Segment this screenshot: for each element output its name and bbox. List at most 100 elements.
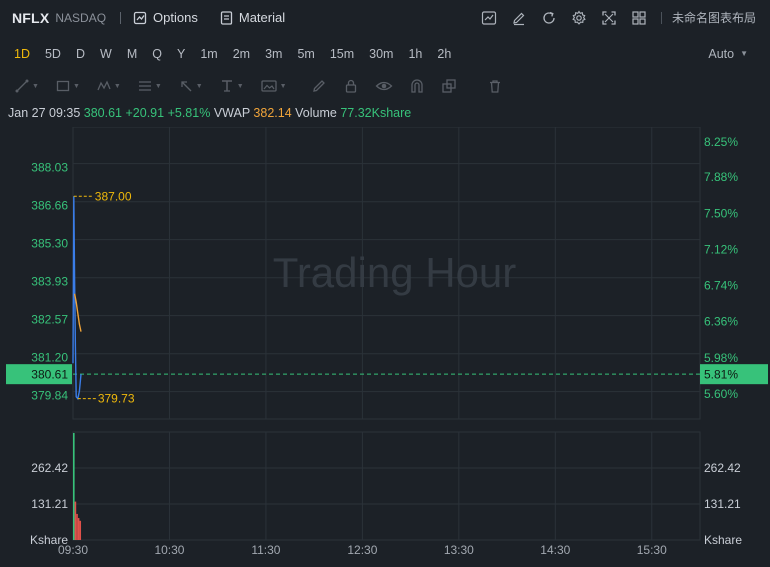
volume-unit-label-right: Kshare [704, 533, 742, 547]
price-chart[interactable]: 09:30 10:30 11:30 12:30 13:30 14:30 15:30388.0… [0, 126, 770, 567]
layout-name[interactable]: 未命名图表布局 [660, 11, 756, 24]
gear-icon[interactable] [569, 8, 589, 28]
period-d[interactable]: D [70, 42, 91, 66]
scale-mode-dropdown[interactable]: Auto ▼ [708, 42, 748, 66]
info-vwap-label: VWAP [213, 106, 250, 120]
price-tick-label: 381.20 [31, 351, 68, 365]
material-label: Material [238, 10, 286, 25]
volume-tick-label: 131.21 [31, 497, 68, 511]
period-2h[interactable]: 2h [431, 42, 457, 66]
pct-tick-label: 5.98% [704, 351, 738, 365]
pct-tick-label: 6.36% [704, 315, 738, 329]
period-2m[interactable]: 2m [227, 42, 256, 66]
image-icon [260, 80, 277, 92]
x-tick-label: 13:30 [444, 543, 474, 557]
delete-tool[interactable] [487, 71, 503, 101]
header-divider [120, 11, 122, 24]
x-tick-label: 10:30 [154, 543, 184, 557]
period-15m[interactable]: 15m [324, 42, 360, 66]
current-pct-value: 5.81% [704, 368, 738, 382]
chart-watermark: Trading Hour [273, 249, 517, 296]
chevron-down-icon: ▼ [72, 82, 80, 90]
period-30m[interactable]: 30m [363, 42, 399, 66]
pct-tick-label: 7.50% [704, 206, 738, 220]
period-m[interactable]: M [121, 42, 143, 66]
period-5d[interactable]: 5D [39, 42, 67, 66]
period-3m[interactable]: 3m [259, 42, 288, 66]
volume-tick-label: 262.42 [31, 461, 68, 475]
volume-tick-label-right: 262.42 [704, 461, 741, 475]
pct-tick-label: 8.25% [704, 135, 738, 149]
fib-icon [138, 81, 151, 91]
pattern-tool[interactable]: ▼ [96, 71, 121, 101]
volume-bar [76, 513, 78, 540]
options-icon [133, 11, 147, 24]
top-header: NFLX NASDAQ Options Material 未命名图表布局 [0, 0, 770, 35]
info-vwap: 382.14 [253, 106, 292, 120]
x-tick-label: 15:30 [637, 543, 667, 557]
period-1h[interactable]: 1h [402, 42, 428, 66]
clone-icon [441, 79, 456, 93]
magnet-icon [410, 79, 423, 93]
high-marker-label: 387.00 [95, 189, 132, 203]
magnet-tool[interactable] [409, 71, 425, 101]
current-price-value: 380.61 [31, 368, 68, 382]
arrow-tool[interactable]: ▼ [178, 71, 203, 101]
price-tick-label: 388.03 [31, 161, 68, 175]
document-icon [220, 10, 233, 25]
image-tool[interactable]: ▼ [260, 71, 287, 101]
x-tick-label: 12:30 [347, 543, 377, 557]
period-y[interactable]: Y [171, 42, 191, 66]
chevron-down-icon: ▼ [236, 82, 244, 90]
chevron-down-icon: ▼ [740, 49, 748, 58]
options-button[interactable]: Options [133, 10, 198, 25]
period-5m[interactable]: 5m [291, 42, 320, 66]
scale-mode-label: Auto [708, 47, 735, 61]
info-date: Jan 27 09:35 [8, 106, 81, 120]
drawing-toolbar: ▼ ▼ ▼ ▼ ▼ ▼ ▼ [0, 71, 770, 101]
material-button[interactable]: Material [220, 10, 285, 25]
options-label: Options [153, 10, 198, 25]
text-tool[interactable]: ▼ [219, 71, 244, 101]
x-tick-label: 14:30 [540, 543, 570, 557]
refresh-icon[interactable] [539, 8, 559, 28]
period-w[interactable]: W [94, 42, 118, 66]
pattern-icon [97, 80, 111, 91]
header-toolbar: 未命名图表布局 [469, 0, 756, 35]
fib-tool[interactable]: ▼ [137, 71, 162, 101]
chevron-down-icon: ▼ [154, 82, 162, 90]
symbol-ticker[interactable]: NFLX [12, 10, 49, 26]
period-1d[interactable]: 1D [8, 42, 36, 66]
visibility-tool[interactable] [375, 71, 393, 101]
price-info-line: Jan 27 09:35 380.61 +20.91 +5.81% VWAP 3… [8, 106, 411, 120]
lock-tool[interactable] [343, 71, 359, 101]
price-tick-label: 382.57 [31, 313, 68, 327]
chevron-down-icon: ▼ [32, 82, 39, 90]
exchange-label: NASDAQ [55, 10, 107, 25]
info-change: +20.91 [125, 106, 165, 120]
clone-tool[interactable] [441, 71, 457, 101]
pct-tick-label: 7.88% [704, 170, 738, 184]
pencil-icon [312, 80, 325, 92]
rectangle-tool[interactable]: ▼ [55, 71, 80, 101]
volume-tick-label-right: 131.21 [704, 497, 741, 511]
fullscreen-icon[interactable] [599, 8, 619, 28]
price-tick-label: 386.66 [31, 199, 68, 213]
grid-layout-icon[interactable] [629, 8, 649, 28]
trend-line-tool[interactable]: ▼ [14, 71, 39, 101]
lock-icon [345, 79, 356, 93]
period-1m[interactable]: 1m [194, 42, 223, 66]
pencil-tool[interactable] [311, 71, 327, 101]
chevron-down-icon: ▼ [113, 82, 121, 90]
period-q[interactable]: Q [146, 42, 168, 66]
info-volume-label: Volume [295, 106, 337, 120]
volume-pane [72, 431, 701, 541]
volume-bar [73, 432, 75, 540]
chart-line-icon[interactable] [479, 8, 499, 28]
pct-tick-label: 7.12% [704, 242, 738, 256]
chevron-down-icon: ▼ [279, 82, 287, 90]
rectangle-icon [56, 80, 70, 92]
edit-icon[interactable] [509, 8, 529, 28]
chart-area[interactable]: 09:30 10:30 11:30 12:30 13:30 14:30 15:30 388.0… [0, 126, 770, 567]
low-marker-label: 379.73 [98, 392, 135, 406]
